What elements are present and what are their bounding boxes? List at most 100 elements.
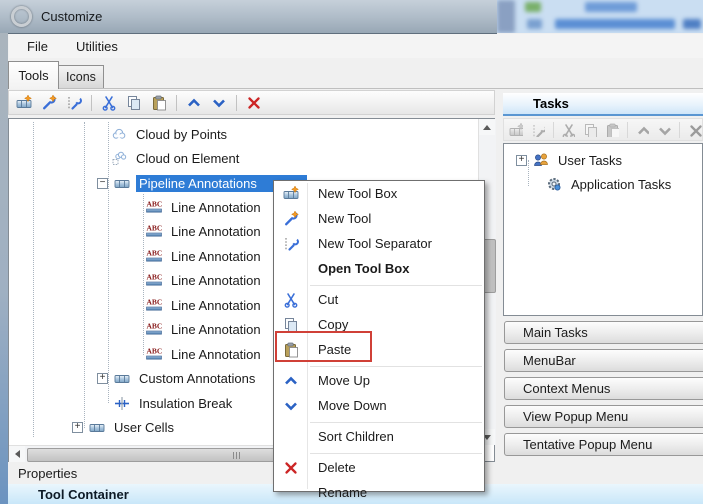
scroll-up-button[interactable] — [479, 119, 495, 135]
customize-dialog: Customize File Utilities Tools Icons Clo… — [0, 0, 703, 504]
tree-item-custom-annotations[interactable]: + Custom Annotations — [1, 366, 258, 390]
properties-label: Properties — [18, 466, 78, 481]
toolbox-icon — [114, 375, 130, 383]
view-popup-menu-button[interactable]: View Popup Menu — [504, 405, 703, 428]
abc-annotation-icon — [146, 272, 162, 286]
menu-item-cut[interactable]: Cut — [274, 287, 484, 312]
collapse-expander[interactable]: − — [97, 177, 108, 189]
scroll-left-button[interactable] — [9, 446, 25, 462]
tree-item-cloud-on-element[interactable]: Cloud on Element — [1, 146, 242, 170]
user-tasks-icon — [534, 153, 548, 166]
tree-item-line-annotation[interactable]: Line Annotation — [1, 219, 264, 243]
menu-separator — [310, 453, 482, 454]
cut-icon[interactable] — [101, 95, 117, 111]
expand-expander[interactable]: + — [516, 154, 527, 166]
tree-item-line-annotation[interactable]: Line Annotation — [1, 342, 264, 366]
tab-icons[interactable]: Icons — [58, 65, 104, 88]
tree-item-line-annotation[interactable]: Line Annotation — [1, 293, 264, 317]
abc-annotation-icon — [146, 297, 162, 311]
new-tool-separator-icon — [284, 236, 299, 251]
tool-container-title: Tool Container — [38, 486, 129, 502]
tree-item-line-annotation[interactable]: Line Annotation — [1, 268, 264, 292]
new-tool-separator-icon[interactable] — [531, 123, 545, 137]
application-tasks-icon — [548, 178, 562, 192]
tree-item-user-tasks[interactable]: + User Tasks — [516, 148, 625, 172]
tasks-title: Tasks — [533, 96, 569, 111]
menubar-button[interactable]: MenuBar — [504, 349, 703, 372]
tree-item-label: Line Annotation — [171, 223, 261, 239]
toolbox-icon — [114, 180, 130, 188]
paste-icon[interactable] — [151, 95, 167, 111]
tab-tools[interactable]: Tools — [8, 61, 59, 89]
paste-icon[interactable] — [605, 123, 619, 137]
new-tool-box-icon[interactable] — [16, 94, 32, 111]
insulation-break-icon — [114, 396, 130, 411]
move-down-icon[interactable] — [657, 123, 672, 137]
tree-item-label: Insulation Break — [139, 395, 233, 411]
copy-icon[interactable] — [583, 123, 597, 137]
app-icon — [11, 6, 32, 27]
menu-item-move-up[interactable]: Move Up — [274, 368, 484, 393]
tree-item-application-tasks[interactable]: Application Tasks — [533, 172, 674, 196]
delete-icon[interactable] — [246, 95, 262, 111]
tree-item-insulation-break[interactable]: Insulation Break — [1, 391, 235, 415]
context-menus-button[interactable]: Context Menus — [504, 377, 703, 400]
expand-expander[interactable]: + — [97, 372, 108, 384]
menu-item-delete[interactable]: Delete — [274, 455, 484, 480]
copy-icon[interactable] — [126, 95, 142, 111]
tree-item-label: Cloud by Points — [136, 126, 228, 142]
move-up-icon[interactable] — [636, 123, 650, 137]
new-tool-box-icon[interactable] — [509, 122, 523, 137]
delete-icon — [284, 461, 297, 474]
abc-annotation-icon — [146, 223, 162, 237]
tasks-toolbar — [503, 118, 703, 141]
tasks-panel-header: Tasks — [503, 93, 703, 116]
toolbox-icon — [89, 424, 105, 432]
paste-highlight-annotation — [275, 331, 372, 362]
cut-icon[interactable] — [561, 123, 576, 137]
new-tool-icon[interactable] — [41, 94, 57, 111]
toolbar-separator — [236, 94, 237, 111]
tree-item-label: User Tasks — [558, 152, 623, 168]
toolbar-separator — [552, 121, 554, 138]
tools-toolbar — [8, 90, 495, 115]
menu-item-new-tool-box[interactable]: New Tool Box — [274, 181, 484, 206]
toolbar-separator — [679, 121, 681, 138]
cloud-icon — [112, 128, 126, 139]
tree-item-line-annotation[interactable]: Line Annotation — [1, 244, 264, 268]
tree-item-label: Line Annotation — [171, 248, 261, 264]
menu-item-open-tool-box[interactable]: Open Tool Box — [274, 256, 484, 281]
menu-item-sort-children[interactable]: Sort Children — [274, 424, 484, 449]
menu-separator — [310, 366, 482, 367]
expand-expander[interactable]: + — [72, 421, 83, 433]
move-up-icon — [284, 376, 297, 385]
tree-item-user-cells[interactable]: + User Cells — [1, 415, 177, 439]
tree-item-label: Application Tasks — [571, 176, 672, 192]
move-down-icon — [284, 401, 297, 410]
tree-item-pipeline-annotations[interactable]: − Pipeline Annotations — [1, 171, 307, 195]
menu-file[interactable]: File — [17, 36, 58, 57]
menu-item-new-tool-separator[interactable]: New Tool Separator — [274, 231, 484, 256]
tree-item-label: Custom Annotations — [139, 370, 256, 386]
main-tasks-button[interactable]: Main Tasks — [504, 321, 703, 344]
cut-icon — [283, 292, 298, 308]
menu-item-move-down[interactable]: Move Down — [274, 393, 484, 418]
tree-item-label: Line Annotation — [171, 297, 261, 313]
new-tool-icon — [284, 210, 299, 225]
tentative-popup-menu-button[interactable]: Tentative Popup Menu — [504, 433, 703, 456]
toolbar-separator — [626, 121, 628, 138]
toolbar-separator — [176, 94, 177, 111]
menu-item-new-tool[interactable]: New Tool — [274, 206, 484, 231]
menu-item-rename[interactable]: Rename — [274, 480, 484, 504]
move-up-icon[interactable] — [186, 95, 202, 111]
delete-icon[interactable] — [688, 123, 702, 137]
menu-utilities[interactable]: Utilities — [66, 36, 128, 57]
tree-item-cloud-by-points[interactable]: Cloud by Points — [1, 122, 230, 146]
title-bar: Customize — [0, 0, 497, 34]
new-tool-separator-icon[interactable] — [66, 95, 82, 111]
tree-item-line-annotation[interactable]: Line Annotation — [1, 195, 264, 219]
tree-item-line-annotation[interactable]: Line Annotation — [1, 317, 264, 341]
tree-item-label: Line Annotation — [171, 272, 261, 288]
move-down-icon[interactable] — [211, 95, 227, 111]
abc-annotation-icon — [146, 321, 162, 335]
